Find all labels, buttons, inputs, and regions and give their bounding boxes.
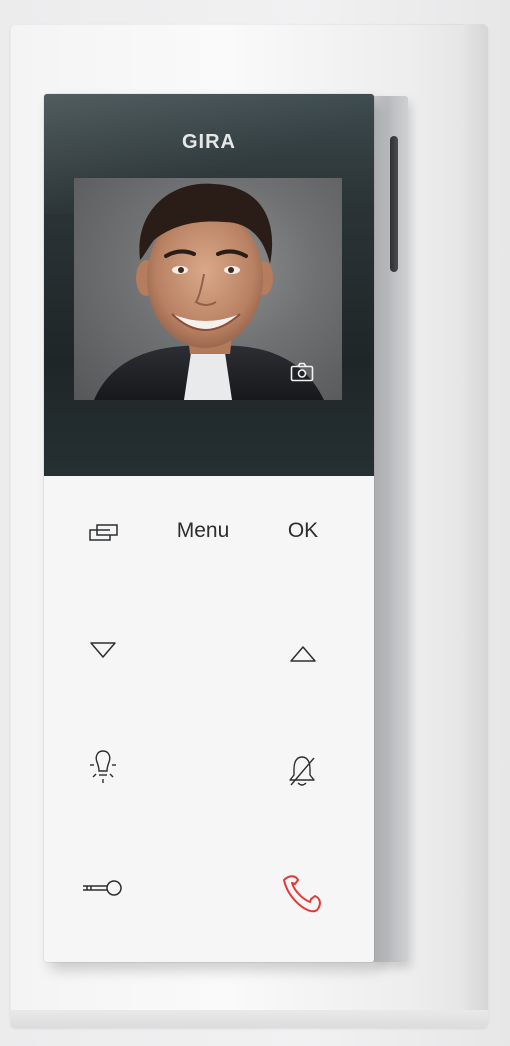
screens-button[interactable] (84, 520, 124, 546)
video-screen (74, 178, 342, 400)
arrow-down-icon (90, 642, 116, 658)
phone-handset-icon (283, 875, 321, 913)
ok-button[interactable]: OK (280, 516, 326, 546)
bell-mute-icon (289, 756, 315, 786)
mute-button[interactable] (284, 752, 320, 790)
light-bulb-icon (90, 750, 116, 783)
door-open-button[interactable] (80, 876, 126, 900)
key-icon (83, 880, 122, 896)
scene: GIRA Menu OK (0, 0, 510, 1046)
menu-label: Menu (176, 519, 230, 542)
frame-edge (464, 24, 488, 1028)
camera-icon[interactable] (290, 362, 314, 382)
frame-bottom (10, 1010, 488, 1028)
menu-button[interactable]: Menu (168, 516, 238, 546)
brand-logo: GIRA (182, 131, 236, 153)
ok-label: OK (287, 519, 319, 542)
light-button[interactable] (86, 746, 120, 788)
call-button[interactable] (280, 872, 324, 916)
device-slot (390, 136, 398, 272)
screens-icon (89, 524, 118, 541)
up-button[interactable] (286, 642, 320, 666)
arrow-up-icon (290, 646, 316, 662)
down-button[interactable] (86, 638, 120, 662)
